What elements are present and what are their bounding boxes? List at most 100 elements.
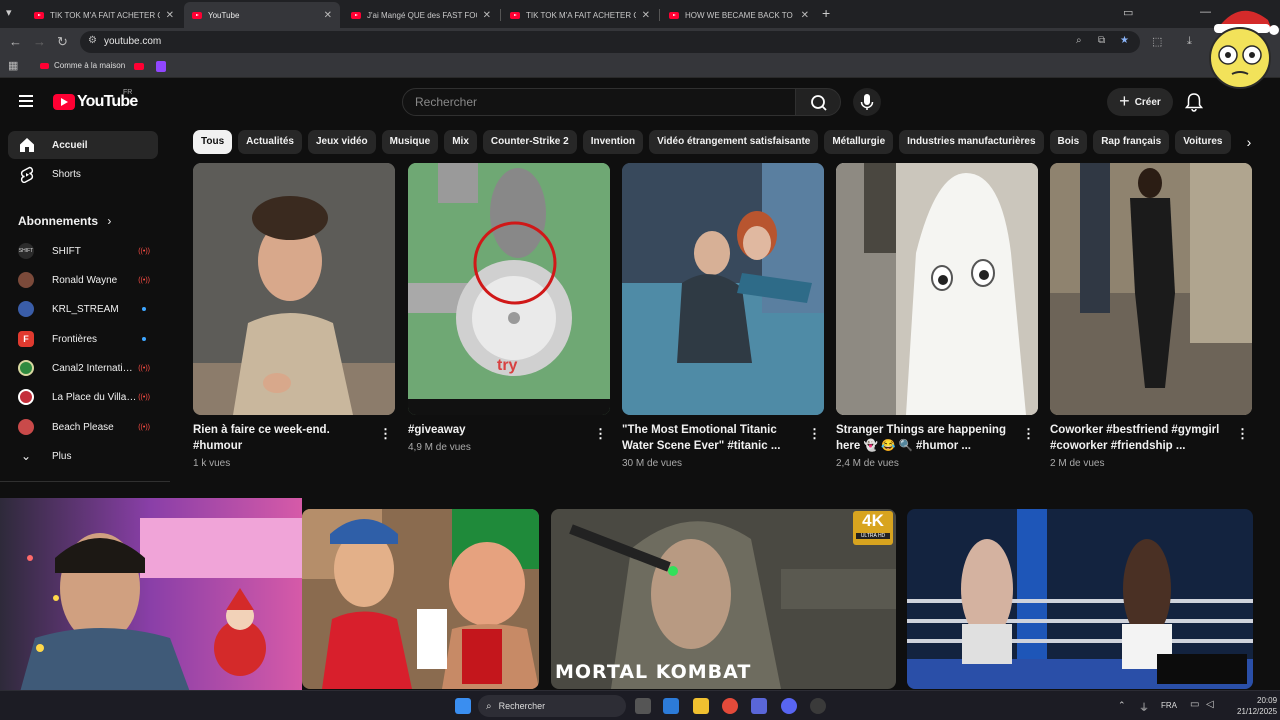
screen-cast-icon[interactable]: ▭ (1123, 6, 1133, 19)
short-card[interactable]: Coworker #bestfriend #gymgirl #coworker … (1050, 163, 1252, 469)
forward-arrow-icon[interactable]: → (33, 34, 46, 49)
chip-musique[interactable]: Musique (381, 130, 439, 154)
short-thumbnail[interactable] (193, 163, 395, 415)
obs-icon[interactable] (810, 698, 826, 714)
bookmark-star-icon[interactable]: ★ (1120, 35, 1129, 46)
tray-overflow-icon[interactable]: ⌃ (1118, 700, 1126, 711)
network-icon[interactable]: ▭ (1190, 699, 1199, 710)
url-text[interactable]: youtube.com (104, 36, 161, 47)
search-input[interactable] (415, 95, 775, 109)
short-thumbnail[interactable] (622, 163, 824, 415)
short-title[interactable]: Coworker #bestfriend #gymgirl #coworker … (1050, 422, 1230, 454)
sidebar-sub-frontieres[interactable]: F Frontières (8, 327, 158, 351)
short-title[interactable]: "The Most Emotional Titanic Water Scene … (622, 422, 802, 454)
browser-tab-4[interactable]: TIK TOK M'A FAIT ACHETER ÇA ✕ (502, 4, 658, 26)
more-options-icon[interactable]: ⋮ (1236, 426, 1249, 442)
more-options-icon[interactable]: ⋮ (379, 426, 392, 442)
install-app-icon[interactable]: ⧉ (1098, 35, 1105, 46)
chip-tous[interactable]: Tous (193, 130, 233, 154)
more-options-icon[interactable]: ⋮ (594, 426, 607, 442)
address-bar[interactable]: ⚙ youtube.com ⌕ ⧉ ★ (80, 31, 1140, 53)
short-card[interactable]: Rien à faire ce week-end. #humour 1 k vu… (193, 163, 395, 469)
chip-invention[interactable]: Invention (582, 130, 644, 154)
video-thumbnail[interactable]: 4K ULTRA HD MORTAL KOMBAT (551, 509, 896, 689)
close-tab-icon[interactable]: ✕ (642, 10, 650, 21)
bookmark-comme-a-la-maison[interactable]: Comme à la maison (40, 61, 125, 70)
sidebar-more-button[interactable]: ⌄ Plus (8, 444, 158, 468)
short-title[interactable]: #giveaway (408, 422, 588, 438)
chip-mix[interactable]: Mix (444, 130, 477, 154)
chip-actualites[interactable]: Actualités (238, 130, 302, 154)
close-tab-icon[interactable]: ✕ (801, 10, 809, 21)
new-tab-button[interactable]: + (822, 5, 830, 21)
tab-title: TIK TOK M'A FAIT ACHETER ÇA (50, 10, 160, 20)
chip-jeux-video[interactable]: Jeux vidéo (307, 130, 376, 154)
short-thumbnail[interactable]: try (408, 163, 610, 415)
browser-tab-2[interactable]: YouTube ✕ (184, 2, 340, 28)
menu-icon[interactable] (19, 95, 33, 110)
sidebar-item-shorts[interactable]: Shorts (8, 160, 158, 188)
twitch-bookmark-icon[interactable] (156, 61, 166, 72)
short-title[interactable]: Rien à faire ce week-end. #humour (193, 422, 373, 454)
windows-start-icon[interactable] (455, 698, 471, 714)
volume-icon[interactable]: ◁ (1206, 699, 1214, 710)
file-explorer-icon[interactable] (693, 698, 709, 714)
short-card[interactable]: "The Most Emotional Titanic Water Scene … (622, 163, 824, 469)
browser-tab-1[interactable]: TIK TOK M'A FAIT ACHETER ÇA ✕ (26, 4, 182, 26)
taskbar-search[interactable]: ⌕ Rechercher (478, 695, 626, 717)
short-title[interactable]: Stranger Things are happening here 👻 😂 🔍… (836, 422, 1016, 454)
sidebar-sub-la-place-du-village[interactable]: La Place du Village ((•)) (8, 385, 158, 409)
subscriptions-heading[interactable]: Abonnements › (18, 214, 111, 228)
chrome-icon[interactable] (722, 698, 738, 714)
tab-search-icon[interactable]: ▾ (6, 6, 12, 19)
close-tab-icon[interactable]: ✕ (166, 10, 174, 21)
store-icon[interactable] (663, 698, 679, 714)
back-arrow-icon[interactable]: ← (9, 34, 22, 49)
chip-industries[interactable]: Industries manufacturières (899, 130, 1044, 154)
short-thumbnail[interactable] (836, 163, 1038, 415)
close-tab-icon[interactable]: ✕ (324, 10, 332, 21)
system-clock[interactable]: 20:09 21/12/2025 (1237, 695, 1277, 717)
create-button[interactable]: + Créer (1107, 88, 1173, 116)
download-icon[interactable]: ⤓ (1187, 35, 1192, 48)
task-view-icon[interactable] (635, 698, 651, 714)
chip-counter-strike-2[interactable]: Counter-Strike 2 (482, 130, 577, 154)
chips-next-arrow-icon[interactable]: › (1238, 131, 1260, 155)
short-card[interactable]: try #giveaway 4,9 M de vues ⋮ (408, 163, 610, 453)
browser-tab-5[interactable]: HOW WE BECAME BACK TO BACK ✕ (661, 4, 817, 26)
close-tab-icon[interactable]: ✕ (483, 10, 491, 21)
reload-icon[interactable]: ↻ (57, 34, 68, 50)
youtube-bookmark-icon[interactable] (134, 63, 144, 70)
sidebar-sub-canal2[interactable]: Canal2 International ((•)) (8, 356, 158, 380)
site-info-icon[interactable]: ⚙ (88, 35, 97, 46)
chip-rap-francais[interactable]: Rap français (1093, 130, 1170, 154)
input-language[interactable]: FRA (1161, 701, 1177, 710)
4k-badge: 4K ULTRA HD (853, 511, 893, 545)
search-button[interactable] (795, 88, 841, 116)
sidebar-sub-ronald-wayne[interactable]: Ronald Wayne ((•)) (8, 268, 158, 292)
chip-metallurgie[interactable]: Métallurgie (824, 130, 894, 154)
more-options-icon[interactable]: ⋮ (808, 426, 821, 442)
teams-icon[interactable] (751, 698, 767, 714)
discord-icon[interactable] (781, 698, 797, 714)
sidebar-sub-shift[interactable]: SHIFT SHIFT ((•)) (8, 239, 158, 263)
apps-grid-icon[interactable]: ▦ (8, 59, 18, 72)
chip-bois[interactable]: Bois (1049, 130, 1088, 154)
short-thumbnail[interactable] (1050, 163, 1252, 415)
more-options-icon[interactable]: ⋮ (1022, 426, 1035, 442)
tab-separator (659, 9, 660, 21)
notifications-button[interactable] (1184, 92, 1204, 117)
extensions-icon[interactable]: ⬚ (1152, 35, 1162, 48)
video-thumbnail[interactable] (302, 509, 539, 689)
voice-search-button[interactable] (853, 88, 881, 116)
microphone-tray-icon[interactable]: ⏚ (1139, 699, 1149, 714)
sidebar-sub-beach-please[interactable]: Beach Please ((•)) (8, 415, 158, 439)
video-thumbnail[interactable] (907, 509, 1253, 689)
short-card[interactable]: Stranger Things are happening here 👻 😂 🔍… (836, 163, 1038, 469)
chip-video-satisfaisante[interactable]: Vidéo étrangement satisfaisante (649, 130, 819, 154)
sidebar-item-home[interactable]: Accueil (8, 131, 158, 159)
browser-tab-3[interactable]: J'ai Mangé QUE des FAST FOOD ✕ (343, 4, 499, 26)
sidebar-sub-krl-stream[interactable]: KRL_STREAM (8, 297, 158, 321)
zoom-icon[interactable]: ⌕ (1076, 35, 1082, 46)
chip-voitures[interactable]: Voitures (1175, 130, 1231, 154)
